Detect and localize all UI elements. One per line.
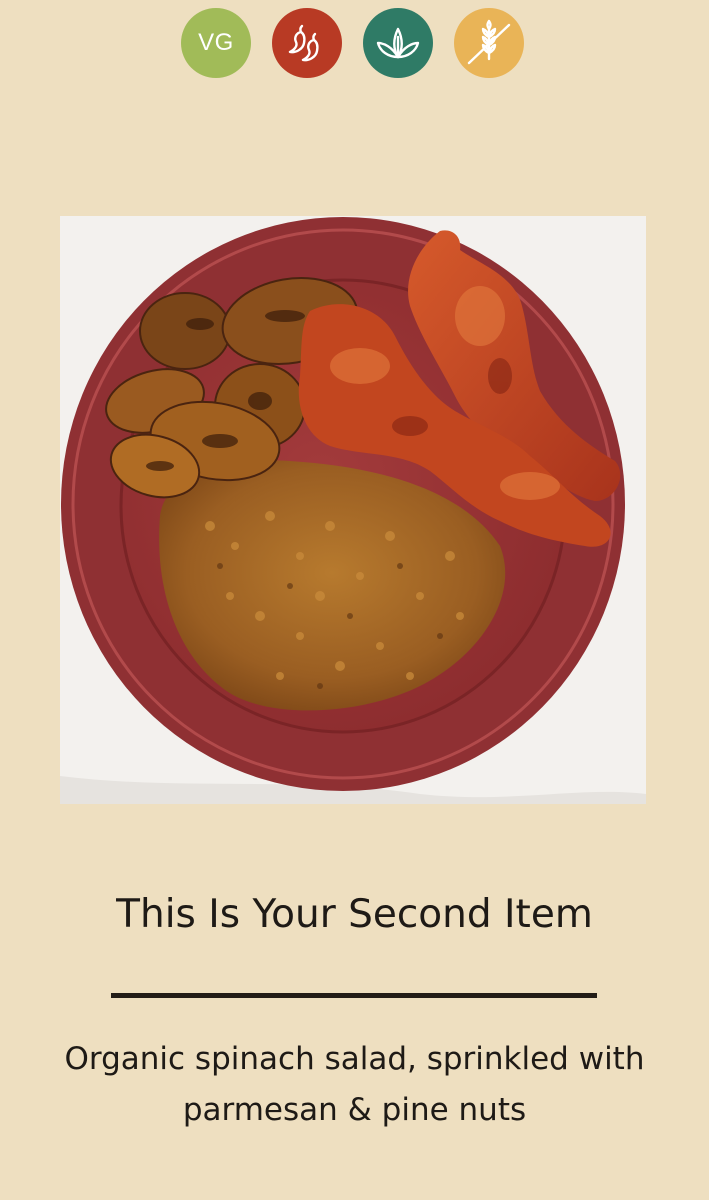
dish-photo [60,216,646,804]
item-description: Organic spinach salad, sprinkled with pa… [64,1041,645,1128]
spicy-badge [272,8,342,78]
leaves-icon [374,23,422,63]
item-title: This Is Your Second Item [116,892,593,937]
crossed-wheat-icon [463,17,515,69]
vegan-badge [363,8,433,78]
dietary-badges: VG [0,8,709,78]
title-divider [111,993,597,998]
chili-peppers-icon [284,20,330,66]
vegetarian-badge-label: VG [198,29,234,56]
gluten-free-badge [454,8,524,78]
vegetarian-badge: VG [181,8,251,78]
